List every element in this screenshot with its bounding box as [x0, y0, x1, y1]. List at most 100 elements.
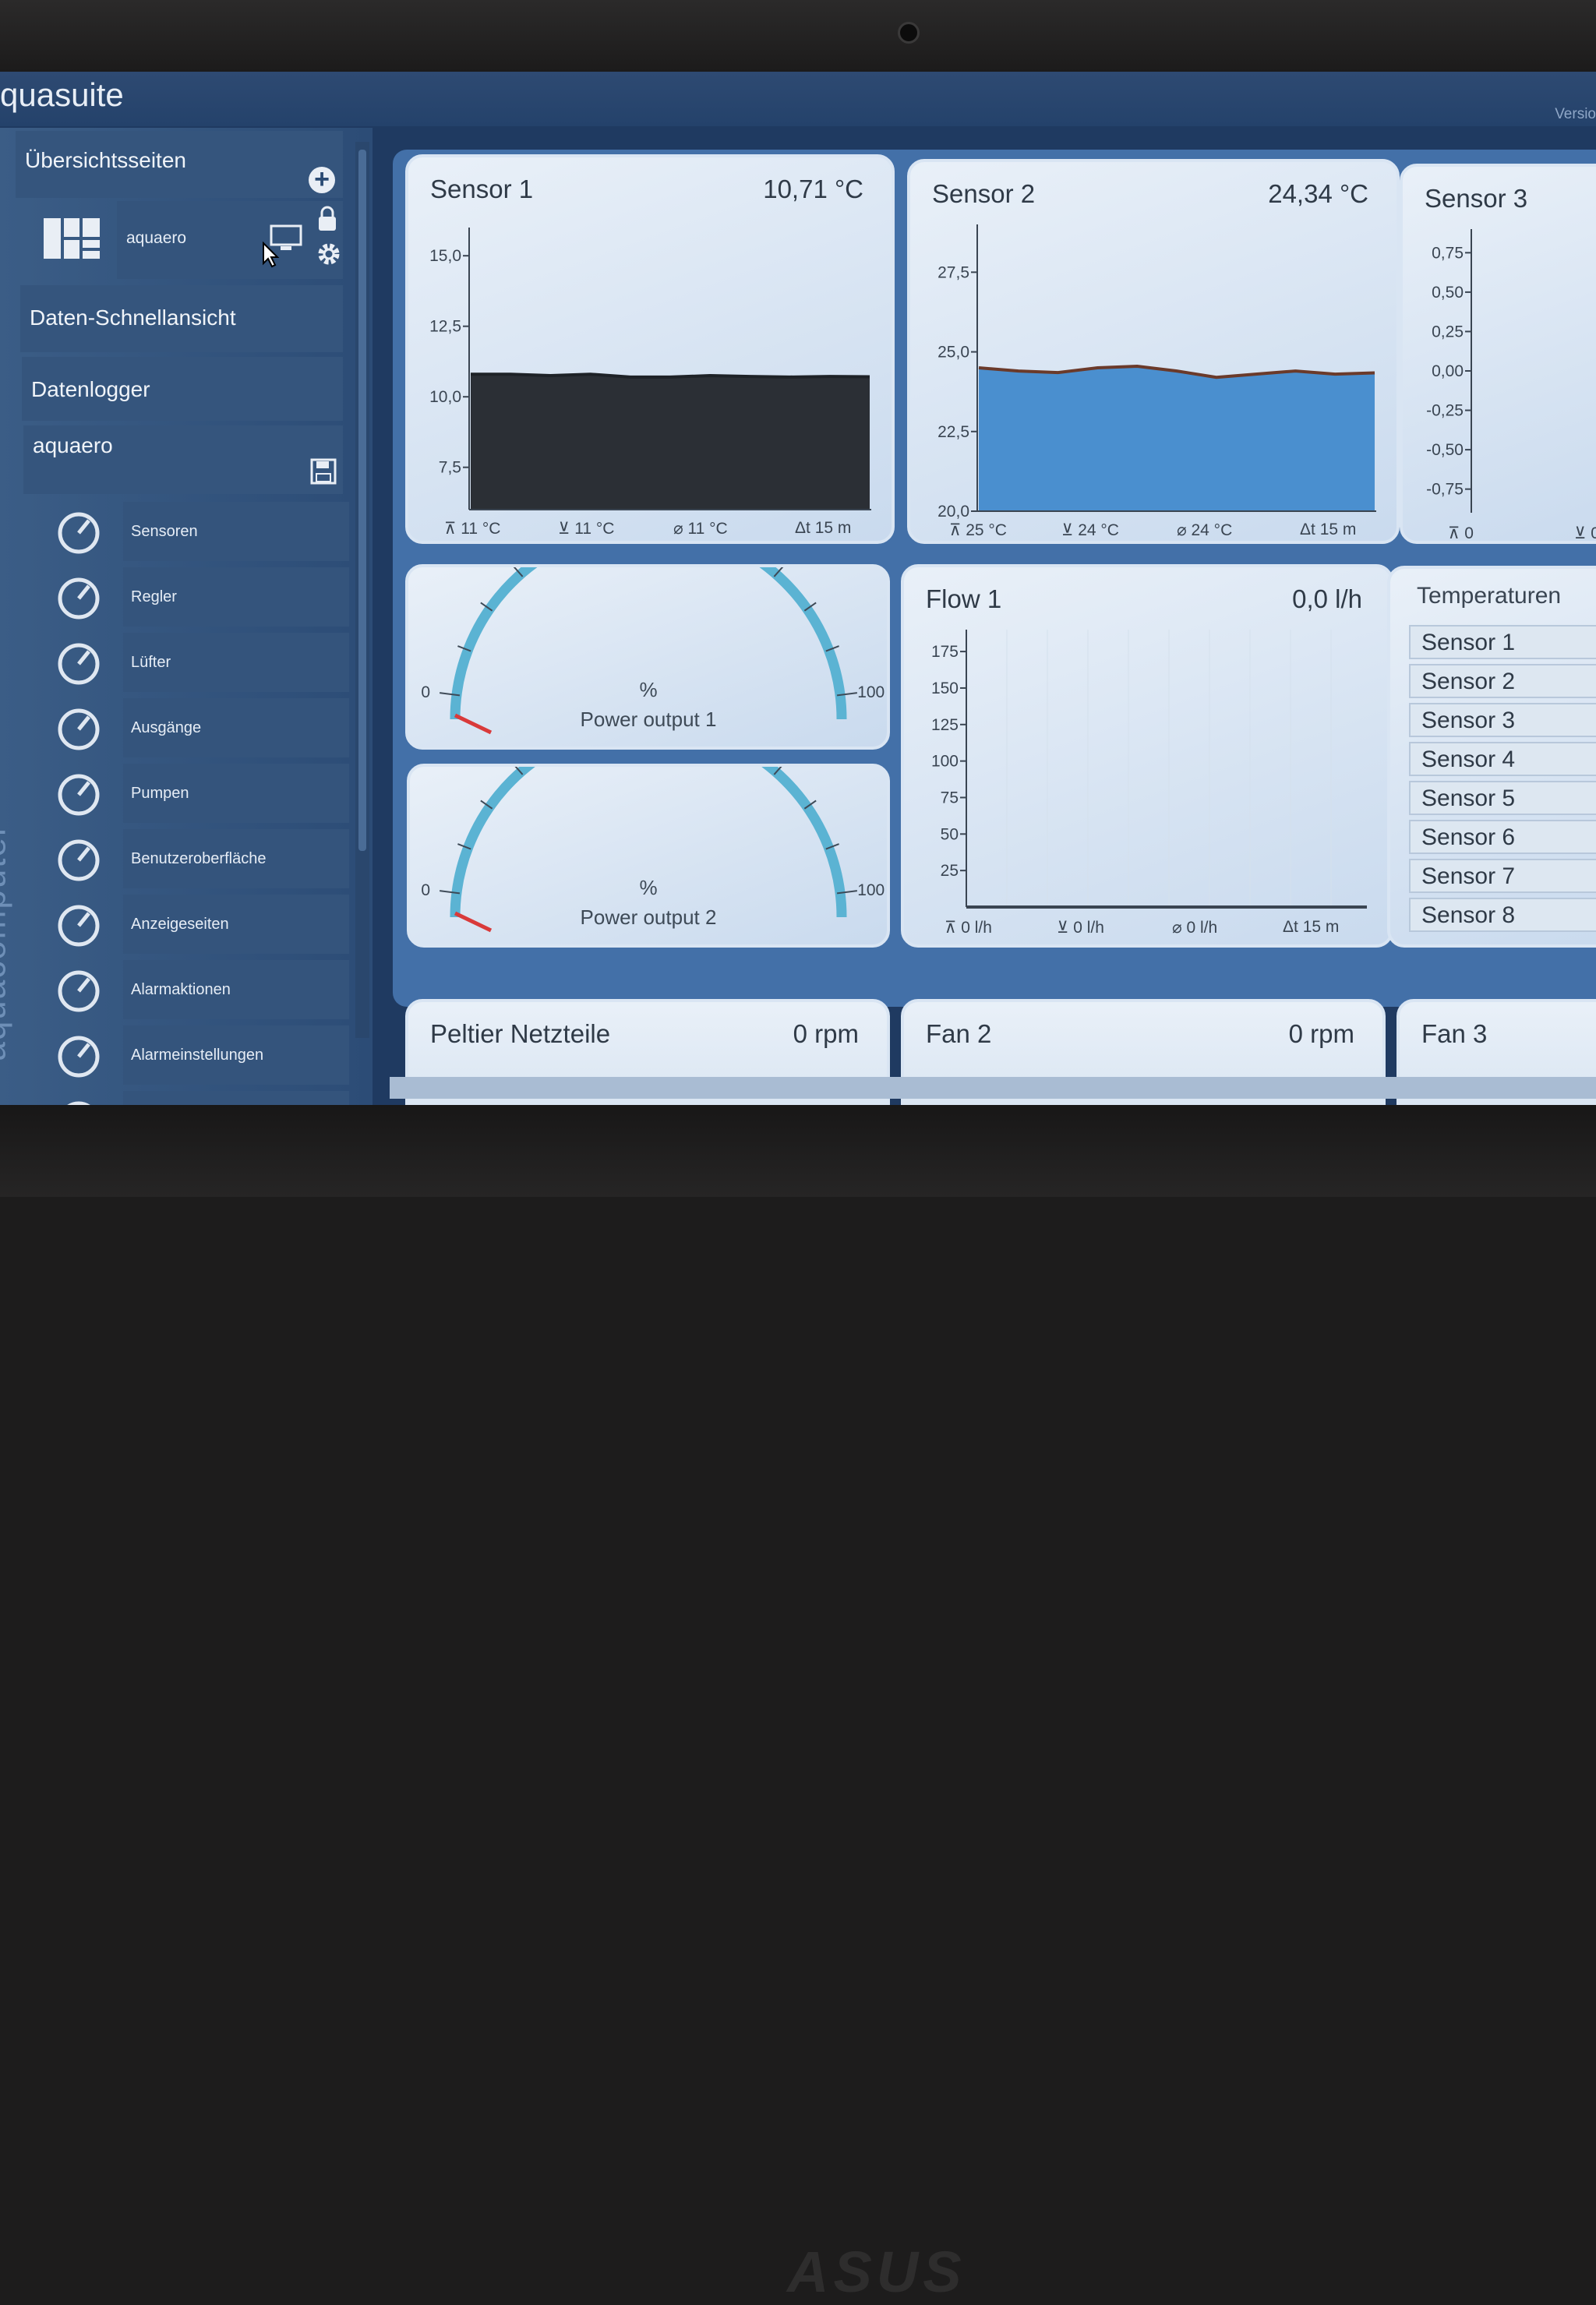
wand-icon — [50, 834, 108, 884]
sidebar-item-zeitschaltuhr[interactable]: Zeitschaltuhr — [45, 1091, 349, 1105]
sensor1-min: 11 °C — [574, 520, 615, 538]
sensor2-avg: 24 °C — [1191, 521, 1233, 539]
temperature-list-item[interactable]: Sensor 6 — [1409, 820, 1596, 854]
flow1-max: 0 l/h — [961, 919, 992, 937]
sidebar-item-label: Alarmeinstellungen — [123, 1025, 349, 1085]
y-tick-label: 50 — [941, 825, 959, 843]
power-output1-gauge-card[interactable]: 0255075100 % Power output 1 — [405, 564, 890, 750]
flow1-avg: 0 l/h — [1186, 919, 1218, 937]
sensor1-range: 15 m — [814, 519, 852, 537]
sidebar-item-lüfter[interactable]: Lüfter — [45, 633, 349, 692]
temperature-list-item[interactable]: Sensor 8 — [1409, 898, 1596, 932]
sidebar-item-benutzeroberfläche[interactable]: Benutzeroberfläche — [45, 829, 349, 888]
sensor3-max: 0 — [1464, 524, 1474, 542]
y-tick-label: -0,75 — [1426, 481, 1464, 499]
y-tick-label: 75 — [941, 789, 959, 807]
power-output1-unit: % — [639, 678, 657, 701]
fan2-value: 0 rpm — [1288, 1019, 1354, 1048]
y-tick-label: 12,5 — [429, 318, 461, 336]
sensor2-range: 15 m — [1319, 521, 1357, 538]
sidebar-item-pumpen[interactable]: Pumpen — [45, 764, 349, 823]
flow1-card[interactable]: Flow 1 0,0 l/h 175 150 125 100 75 50 25 ⊼ 0 l/… — [901, 564, 1393, 948]
overview-section-header[interactable]: Übersichtsseiten + — [16, 131, 343, 198]
flow1-min: 0 l/h — [1073, 919, 1104, 937]
sensor2-avg-stat: ⌀ 24 °C — [1177, 521, 1233, 539]
sensor3-max-stat: ⊼ 0 — [1448, 524, 1474, 542]
webcam — [898, 22, 920, 44]
sidebar-item-label: Anzeigeseiten — [123, 895, 349, 954]
sidebar-item-label: Pumpen — [123, 764, 349, 823]
flow1-chart: 175 150 125 100 75 50 25 — [931, 630, 1367, 909]
y-tick-label: 25,0 — [937, 344, 969, 362]
screen-bezel-top — [0, 0, 1596, 72]
sensor1-range-stat: Δt 15 m — [795, 519, 852, 537]
outputs-icon — [50, 703, 108, 753]
sidebar-item-regler[interactable]: Regler — [45, 567, 349, 627]
power-output1-label: Power output 1 — [581, 708, 717, 731]
sidebar-item-label: Ausgänge — [123, 698, 349, 757]
y-tick-label: 175 — [931, 643, 959, 661]
flow1-min-stat: ⊻ 0 l/h — [1057, 919, 1104, 937]
temperatures-title: Temperaturen — [1417, 583, 1562, 609]
power-output2-gauge-card[interactable]: 0255075100 % Power output 2 — [407, 764, 890, 948]
series-area — [979, 366, 1375, 511]
sensor3-min: 0 — [1591, 524, 1596, 541]
device-section-header[interactable]: aquaero — [23, 425, 343, 494]
sidebar-item-ausgänge[interactable]: Ausgänge — [45, 698, 349, 757]
temperature-list-item[interactable]: Sensor 5 — [1409, 781, 1596, 815]
screen-bezel-bottom: ASUS — [0, 1105, 1596, 2304]
power-output2-needle — [454, 911, 493, 933]
y-tick-label: 0,25 — [1432, 323, 1464, 341]
temperature-list-item[interactable]: Sensor 1 — [1409, 625, 1596, 659]
gear-icon[interactable] — [315, 240, 343, 272]
overview-page-item[interactable]: aquaero — [34, 201, 343, 279]
main-horizontal-scrollbar[interactable] — [390, 1077, 1596, 1099]
sensor2-max: 25 °C — [966, 521, 1007, 539]
sensor2-min: 24 °C — [1078, 521, 1119, 539]
y-tick-label: 7,5 — [439, 459, 461, 477]
y-tick-label: 150 — [931, 679, 959, 697]
sidebar-scroll-thumb[interactable] — [358, 150, 366, 851]
pump-icon — [50, 768, 108, 818]
y-tick-label: -0,50 — [1426, 441, 1464, 459]
laptop-brand-logo: ASUS — [787, 2240, 966, 2304]
y-tick-label: 27,5 — [937, 263, 969, 281]
temperature-list-item[interactable]: Sensor 4 — [1409, 742, 1596, 776]
lock-icon[interactable] — [316, 206, 338, 236]
datalogger-button[interactable]: Datenlogger — [22, 357, 343, 421]
overview-page-label-box: aquaero — [117, 201, 343, 279]
y-tick-label: 25 — [941, 862, 959, 880]
sensor2-max-stat: ⊼ 25 °C — [949, 521, 1007, 539]
sensor2-card[interactable]: Sensor 2 24,34 °C 27,5 25,0 22,5 20,0 ⊼ 25 … — [907, 159, 1400, 544]
power-output1-gauge: 0255075100 % Power output 1 — [421, 567, 885, 735]
temperatures-card[interactable]: Temperaturen Sensor 1 Sensor 2 Sensor 3 Sen… — [1387, 566, 1596, 948]
sidebar-item-alarmeinstellungen[interactable]: Alarmeinstellungen — [45, 1025, 349, 1085]
sensor2-min-stat: ⊻ 24 °C — [1061, 521, 1119, 539]
temperature-list-item[interactable]: Sensor 3 — [1409, 703, 1596, 737]
sidebar-item-anzeigeseiten[interactable]: Anzeigeseiten — [45, 895, 349, 954]
temperature-list-item[interactable]: Sensor 7 — [1409, 859, 1596, 893]
sidebar-item-sensoren[interactable]: Sensoren — [45, 502, 349, 561]
add-page-button[interactable]: + — [309, 166, 335, 193]
clock-icon — [50, 1096, 108, 1105]
sensor2-range-stat: Δt 15 m — [1300, 521, 1357, 538]
sensor1-card[interactable]: Sensor 1 10,71 °C 15,0 12,5 10,0 7,5 ⊼ 11 °… — [405, 154, 895, 544]
sensor2-chart: 27,5 25,0 22,5 20,0 — [937, 224, 1376, 521]
quickview-button[interactable]: Daten-Schnellansicht — [20, 285, 343, 352]
sidebar: aquacomputer Übersichtsseiten + aquaero — [0, 128, 373, 1105]
overview-label: Übersichtsseiten — [25, 148, 186, 172]
y-tick-label: 15,0 — [429, 247, 461, 265]
save-icon[interactable] — [310, 458, 337, 490]
sidebar-item-alarmaktionen[interactable]: Alarmaktionen — [45, 960, 349, 1019]
y-tick-label: 10,0 — [429, 388, 461, 406]
sidebar-item-label: Benutzeroberfläche — [123, 829, 349, 888]
sensor1-min-stat: ⊻ 11 °C — [558, 520, 615, 538]
y-tick-label: 0,00 — [1432, 362, 1464, 380]
y-tick-label: 125 — [931, 716, 959, 734]
device-label: aquaero — [33, 433, 113, 457]
temperature-list-item[interactable]: Sensor 2 — [1409, 664, 1596, 698]
peltier-title: Peltier Netzteile — [430, 1019, 611, 1048]
y-tick-label: 22,5 — [937, 423, 969, 441]
sensor3-card[interactable]: Sensor 3 0,75 0,50 0,25 0,00 -0,25 -0,50 -0,75… — [1400, 164, 1596, 544]
flow1-range: 15 m — [1302, 918, 1340, 936]
